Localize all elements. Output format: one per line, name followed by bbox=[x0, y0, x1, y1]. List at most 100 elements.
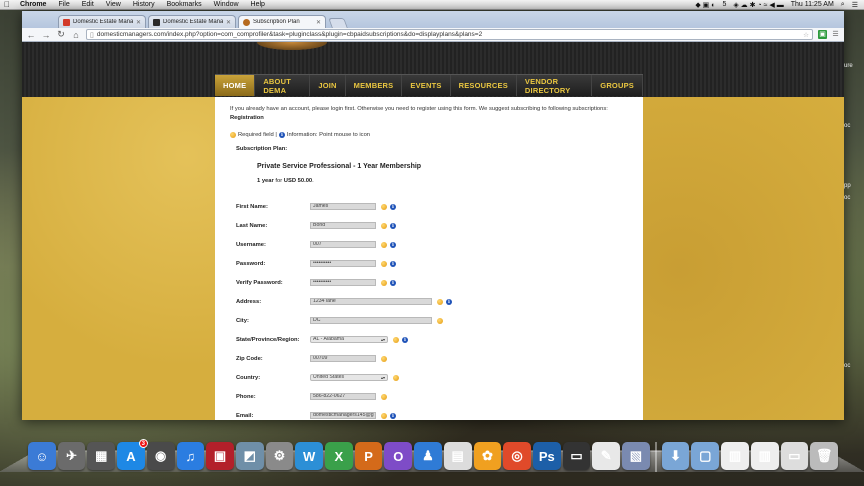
menu-app-name[interactable]: Chrome bbox=[14, 1, 52, 8]
nav-members[interactable]: MEMBERS bbox=[346, 75, 403, 96]
finder-icon[interactable]: ☺ bbox=[28, 442, 56, 470]
apple-menu-icon[interactable]:  bbox=[0, 0, 14, 9]
reload-icon[interactable]: ↻ bbox=[56, 29, 66, 40]
select-field[interactable]: AL - Alabama ▴▾ bbox=[310, 336, 388, 343]
sliver-text bbox=[844, 348, 864, 360]
field-icons bbox=[381, 393, 387, 400]
menu-view[interactable]: View bbox=[100, 1, 127, 8]
info-icon[interactable]: i bbox=[390, 241, 396, 248]
itunes-icon[interactable]: ♫ bbox=[176, 442, 205, 470]
preview-icon[interactable]: ▧ bbox=[622, 442, 650, 470]
form-row: Password: •••••••••• i bbox=[236, 254, 628, 273]
close-tab-icon[interactable]: ✕ bbox=[226, 19, 231, 26]
tab-gmail[interactable]: Domestic Estate Managers A ✕ bbox=[58, 15, 146, 28]
nav-home[interactable]: HOME bbox=[215, 75, 256, 96]
app-store-icon[interactable]: A3 bbox=[117, 439, 148, 470]
info-icon[interactable]: i bbox=[390, 260, 396, 267]
info-icon[interactable]: i bbox=[390, 222, 396, 229]
info-icon[interactable]: i bbox=[446, 298, 452, 305]
tab-label: Domestic Estate Managers A bbox=[163, 19, 223, 25]
spreadsheet-icon[interactable]: ▤ bbox=[443, 442, 472, 470]
background-window-sliver: ure oc pp oc oc bbox=[844, 60, 864, 372]
sliver-text bbox=[844, 168, 864, 180]
window-stack-icon[interactable]: ▭ bbox=[780, 442, 809, 470]
extension-icon[interactable]: ▣ bbox=[818, 30, 827, 39]
nav-events[interactable]: EVENTS bbox=[402, 75, 451, 96]
system-preferences-icon[interactable]: ⚙ bbox=[265, 442, 294, 470]
text-field[interactable]: •••••••••• bbox=[310, 279, 376, 286]
text-field[interactable]: James bbox=[310, 203, 376, 210]
info-icon[interactable]: i bbox=[390, 412, 396, 419]
photoshop-icon[interactable]: Ps bbox=[532, 442, 561, 470]
powerpoint-icon[interactable]: P bbox=[354, 442, 383, 470]
tab-site[interactable]: Domestic Estate Managers A ✕ bbox=[148, 15, 236, 28]
legend-required: Required field | bbox=[238, 132, 277, 138]
select-field[interactable]: United States ▴▾ bbox=[310, 374, 388, 381]
forward-icon[interactable]: → bbox=[41, 30, 51, 40]
photo-booth-icon[interactable]: ▣ bbox=[206, 442, 234, 470]
nav-join[interactable]: JOIN bbox=[310, 75, 346, 96]
flower-icon[interactable]: ✿ bbox=[473, 442, 502, 470]
clock[interactable]: Thu 11:25 AM bbox=[791, 1, 834, 8]
nav-about[interactable]: ABOUT DEMA bbox=[255, 75, 311, 96]
chrome-icon[interactable]: ◎ bbox=[503, 442, 531, 470]
field-label: Country: bbox=[236, 374, 261, 381]
field-icons: i bbox=[437, 298, 452, 305]
text-field[interactable]: 586-822-0627 bbox=[310, 393, 376, 400]
bookmark-star-icon[interactable]: ☆ bbox=[803, 31, 809, 39]
sliver-text bbox=[844, 96, 864, 108]
required-icon bbox=[381, 260, 387, 267]
text-field[interactable]: 00709 bbox=[310, 355, 376, 362]
info-icon[interactable]: i bbox=[390, 279, 396, 286]
menu-history[interactable]: History bbox=[127, 1, 161, 8]
launchpad-icon[interactable]: ✈ bbox=[57, 442, 86, 470]
text-field[interactable]: domesticmanagers145@g bbox=[310, 412, 376, 419]
close-tab-icon[interactable]: ✕ bbox=[316, 19, 321, 26]
field-icons: i bbox=[393, 336, 408, 343]
home-icon[interactable]: ⌂ bbox=[71, 30, 81, 40]
spotlight-icon[interactable]: ⌕ bbox=[841, 1, 845, 9]
info-icon[interactable]: i bbox=[402, 336, 408, 343]
main-nav: HOME ABOUT DEMA JOIN MEMBERS EVENTS RESO… bbox=[215, 74, 643, 96]
nav-vendor-directory[interactable]: VENDOR DIRECTORY bbox=[517, 75, 593, 96]
monitor-icon[interactable]: ▭ bbox=[562, 442, 591, 470]
field-icons: i bbox=[381, 412, 396, 419]
menu-edit[interactable]: Edit bbox=[76, 1, 100, 8]
iphoto-icon[interactable]: ◩ bbox=[235, 442, 264, 470]
nav-resources[interactable]: RESOURCES bbox=[451, 75, 517, 96]
documents-folder-icon[interactable]: ▢ bbox=[691, 442, 720, 470]
menu-window[interactable]: Window bbox=[208, 1, 245, 8]
text-field[interactable]: Bond bbox=[310, 222, 376, 229]
sliver-text bbox=[844, 84, 864, 96]
site-logo[interactable] bbox=[257, 42, 327, 50]
downloads-folder-icon[interactable]: ⬇ bbox=[661, 442, 690, 470]
document-stack-2-icon[interactable]: ▥ bbox=[750, 442, 779, 470]
text-field[interactable]: 007 bbox=[310, 241, 376, 248]
sliver-text: ure bbox=[844, 63, 853, 69]
menu-help[interactable]: Help bbox=[245, 1, 271, 8]
nav-groups[interactable]: GROUPS bbox=[592, 75, 643, 96]
messenger-icon[interactable]: ♟ bbox=[414, 442, 442, 470]
word-icon[interactable]: W bbox=[295, 442, 324, 470]
text-field[interactable]: 1234 lane bbox=[310, 298, 432, 305]
info-icon[interactable]: i bbox=[390, 203, 396, 210]
document-stack-icon[interactable]: ▥ bbox=[721, 442, 749, 470]
text-field[interactable]: DC bbox=[310, 317, 432, 324]
dashboard-icon[interactable]: ▦ bbox=[87, 442, 116, 470]
new-tab-button[interactable] bbox=[328, 18, 348, 28]
back-icon[interactable]: ← bbox=[26, 30, 36, 40]
acrobat-icon[interactable]: ✎ bbox=[592, 442, 621, 470]
tab-subscription-plan[interactable]: Subscription Plan ✕ bbox=[238, 15, 326, 28]
trash-icon[interactable]: 🗑 bbox=[810, 442, 838, 470]
wrench-menu-icon[interactable]: ☰ bbox=[831, 30, 840, 39]
close-tab-icon[interactable]: ✕ bbox=[136, 19, 141, 26]
text-field[interactable]: •••••••••• bbox=[310, 260, 376, 267]
plan-name[interactable]: Private Service Professional - 1 Year Me… bbox=[257, 163, 628, 170]
menu-bookmarks[interactable]: Bookmarks bbox=[161, 1, 208, 8]
notifications-icon[interactable]: ☰ bbox=[852, 1, 858, 9]
outlook-icon[interactable]: O bbox=[384, 442, 413, 470]
excel-icon[interactable]: X bbox=[325, 442, 353, 470]
menu-file[interactable]: File bbox=[52, 1, 75, 8]
address-bar[interactable]: ▯ domesticmanagers.com/index.php?option=… bbox=[86, 29, 813, 40]
facetime-icon[interactable]: ◉ bbox=[146, 442, 175, 470]
